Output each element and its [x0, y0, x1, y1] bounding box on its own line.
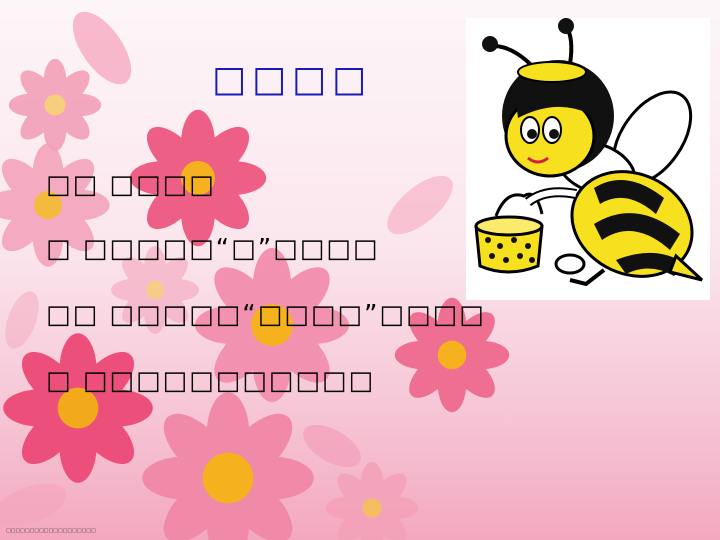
text-line-4: □ □□□□□□□□□□□ [46, 366, 376, 396]
bee-with-honey-pot-icon [474, 18, 704, 287]
footer-text: □□□□□□□□□□□□□□□□□□□ [6, 528, 96, 534]
flower [8, 58, 102, 152]
slide-title: □□□□ [212, 59, 373, 100]
text-line-2: □ □□□□□“□”□□□□ [46, 234, 380, 264]
slide: □□□□ □□ □□□□ □ □□□□□“□”□□□□ □□ □□□□□“□□□… [0, 0, 720, 540]
text-line-1: □□ □□□□ [46, 170, 216, 200]
petal [0, 483, 67, 527]
flower [325, 461, 419, 540]
flower [142, 392, 314, 540]
text-line-3: □□ □□□□□“□□□□”□□□□ [46, 300, 486, 330]
petal [5, 291, 39, 349]
petal [387, 175, 453, 235]
bee-illustration [466, 18, 710, 300]
flower [3, 333, 153, 483]
